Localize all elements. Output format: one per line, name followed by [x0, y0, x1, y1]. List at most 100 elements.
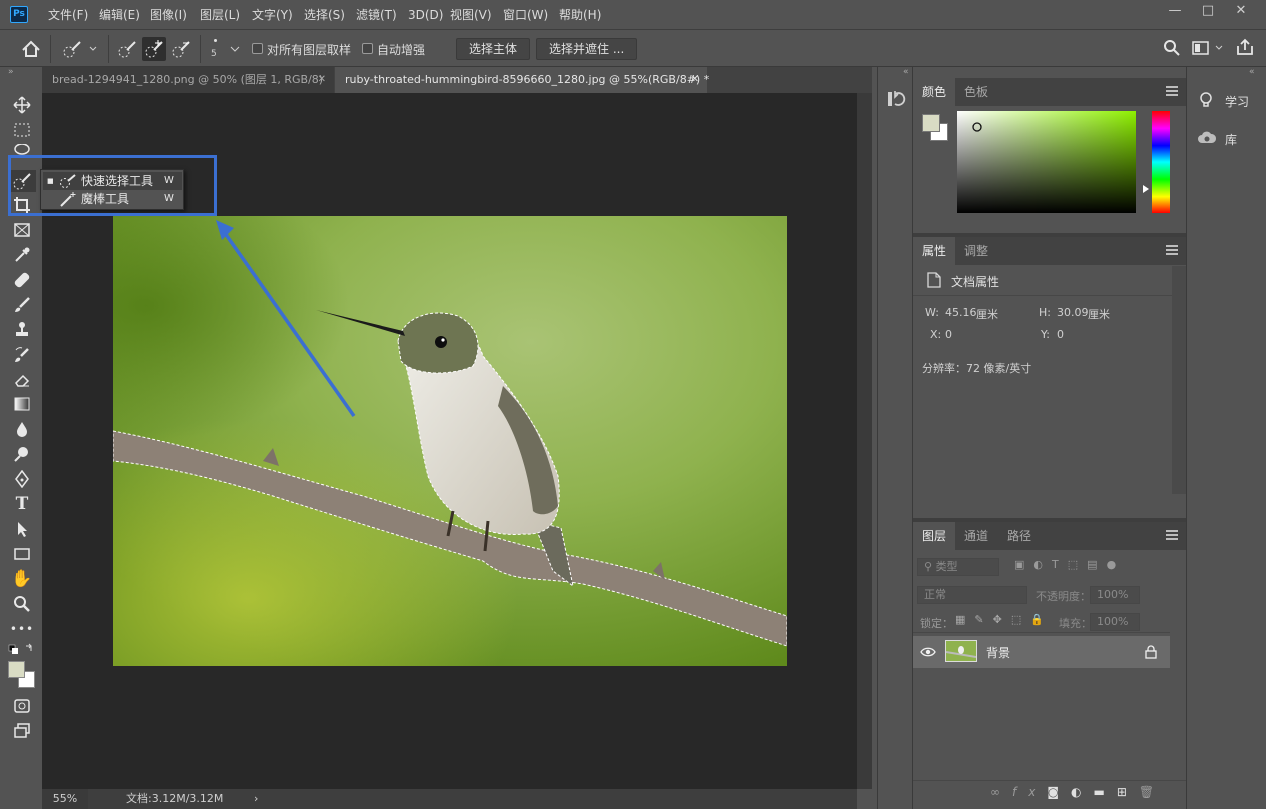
tab-swatches[interactable]: 色板: [955, 78, 997, 106]
eye-icon[interactable]: [920, 646, 936, 658]
tab-adjustments[interactable]: 调整: [955, 237, 997, 265]
color-panel-swatches[interactable]: [922, 114, 950, 142]
layer-filter-icons[interactable]: ▣◐T⬚▤●: [1014, 558, 1125, 571]
panel-menu-icon[interactable]: [1166, 530, 1178, 540]
healing-brush-tool[interactable]: [8, 269, 36, 291]
subtract-from-selection-button[interactable]: [169, 37, 193, 61]
panel-menu-icon[interactable]: [1166, 245, 1178, 255]
edit-toolbar-button[interactable]: •••: [8, 618, 36, 640]
home-button[interactable]: [18, 37, 44, 61]
fill-field[interactable]: 100%: [1090, 613, 1140, 631]
add-to-selection-button[interactable]: [142, 37, 166, 61]
gradient-tool[interactable]: [8, 393, 36, 415]
minimize-button[interactable]: —: [1158, 0, 1192, 24]
move-tool[interactable]: [8, 94, 36, 116]
auto-enhance-checkbox[interactable]: [362, 43, 373, 54]
close-icon[interactable]: ✕: [318, 67, 326, 93]
hue-slider[interactable]: [1152, 111, 1170, 213]
quick-mask-button[interactable]: [8, 695, 36, 717]
menu-3d[interactable]: 3D(D): [408, 0, 443, 30]
menu-window[interactable]: 窗口(W): [503, 0, 548, 30]
properties-scrollbar[interactable]: [1172, 266, 1186, 494]
menu-image[interactable]: 图像(I): [150, 0, 187, 30]
tab-paths[interactable]: 路径: [998, 522, 1040, 550]
foreground-color-chip[interactable]: [922, 114, 940, 132]
history-panel-button[interactable]: [886, 89, 906, 109]
hand-tool[interactable]: ✋: [8, 568, 36, 590]
type-tool[interactable]: T: [8, 493, 36, 515]
frame-tool[interactable]: [8, 219, 36, 241]
y-value[interactable]: 0: [1057, 328, 1064, 341]
layer-name[interactable]: 背景: [986, 644, 1010, 661]
layer-row[interactable]: 背景: [913, 636, 1170, 668]
libraries-panel-button[interactable]: 库: [1195, 125, 1259, 151]
tab-bread[interactable]: bread-1294941_1280.png @ 50% (图层 1, RGB/…: [42, 67, 334, 93]
menu-view[interactable]: 视图(V): [450, 0, 492, 30]
menu-filter[interactable]: 滤镜(T): [356, 0, 397, 30]
fx-icon[interactable]: fx: [1012, 785, 1047, 799]
sample-all-layers-checkbox[interactable]: [252, 43, 263, 54]
zoom-tool[interactable]: [8, 593, 36, 615]
status-menu-arrow-icon[interactable]: ›: [254, 789, 258, 809]
screen-mode-button[interactable]: [8, 720, 36, 742]
lock-icons[interactable]: ▦✎✥⬚🔒: [955, 613, 1053, 626]
close-icon[interactable]: ✕: [691, 67, 699, 93]
path-selection-tool[interactable]: [8, 518, 36, 540]
marquee-tool[interactable]: [8, 119, 36, 141]
tool-preset-picker[interactable]: [60, 37, 100, 61]
collapse-dock-icon[interactable]: «: [903, 67, 909, 77]
select-subject-button[interactable]: 选择主体: [456, 38, 531, 60]
add-mask-icon[interactable]: ◙: [1047, 785, 1071, 799]
menu-layer[interactable]: 图层(L): [200, 0, 240, 30]
tab-hummingbird[interactable]: ruby-throated-hummingbird-8596660_1280.j…: [335, 67, 709, 93]
search-button[interactable]: [1163, 39, 1181, 57]
height-value[interactable]: 30.09: [1057, 306, 1089, 319]
panel-menu-icon[interactable]: [1166, 86, 1178, 96]
clone-stamp-tool[interactable]: [8, 319, 36, 341]
rectangle-tool[interactable]: [8, 543, 36, 565]
workspace-switcher[interactable]: [1192, 39, 1226, 57]
tab-properties[interactable]: 属性: [913, 237, 956, 265]
menu-edit[interactable]: 编辑(E): [99, 0, 140, 30]
brush-tool[interactable]: [8, 294, 36, 316]
opacity-field[interactable]: 100%: [1090, 586, 1140, 604]
eraser-tool[interactable]: [8, 369, 36, 391]
tab-color[interactable]: 颜色: [913, 78, 956, 106]
color-field[interactable]: [957, 111, 1136, 213]
new-selection-button[interactable]: [115, 37, 139, 61]
menu-select[interactable]: 选择(S): [304, 0, 345, 30]
adjustment-layer-icon[interactable]: ◐: [1071, 785, 1093, 799]
menu-file[interactable]: 文件(F): [48, 0, 88, 30]
new-layer-icon[interactable]: ⊞: [1117, 785, 1139, 799]
default-colors-button[interactable]: [8, 643, 36, 657]
blur-tool[interactable]: [8, 418, 36, 440]
learn-panel-button[interactable]: 学习: [1195, 87, 1259, 113]
link-layers-icon[interactable]: ∞: [990, 785, 1012, 799]
blend-mode-select[interactable]: 正常: [917, 586, 1027, 604]
share-button[interactable]: [1236, 38, 1254, 56]
trash-icon[interactable]: 🗑: [1139, 785, 1166, 799]
width-value[interactable]: 45.16: [945, 306, 977, 319]
close-window-button[interactable]: ✕: [1224, 0, 1258, 24]
history-brush-tool[interactable]: [8, 344, 36, 366]
dodge-tool[interactable]: [8, 443, 36, 465]
brush-size-picker[interactable]: 5: [208, 37, 244, 63]
eyedropper-tool[interactable]: [8, 244, 36, 266]
maximize-button[interactable]: □: [1191, 0, 1225, 24]
x-value[interactable]: 0: [945, 328, 952, 341]
tab-layers[interactable]: 图层: [913, 522, 956, 550]
folder-icon[interactable]: ▬: [1093, 785, 1116, 799]
vertical-scrollbar[interactable]: [857, 93, 872, 789]
pen-tool[interactable]: [8, 468, 36, 490]
layer-filter-select[interactable]: ⚲ 类型: [917, 558, 999, 576]
hue-marker-icon[interactable]: [1143, 185, 1149, 193]
select-and-mask-button[interactable]: 选择并遮住 ...: [536, 38, 638, 60]
foreground-color-swatch[interactable]: [8, 661, 25, 678]
menu-help[interactable]: 帮助(H): [559, 0, 601, 30]
zoom-level[interactable]: 55%: [42, 789, 88, 809]
tab-channels[interactable]: 通道: [955, 522, 997, 550]
collapse-right-dock-icon[interactable]: «: [1249, 67, 1255, 77]
menu-type[interactable]: 文字(Y): [252, 0, 293, 30]
collapse-toolbar-icon[interactable]: »: [8, 67, 14, 77]
color-swatches[interactable]: [8, 661, 36, 689]
